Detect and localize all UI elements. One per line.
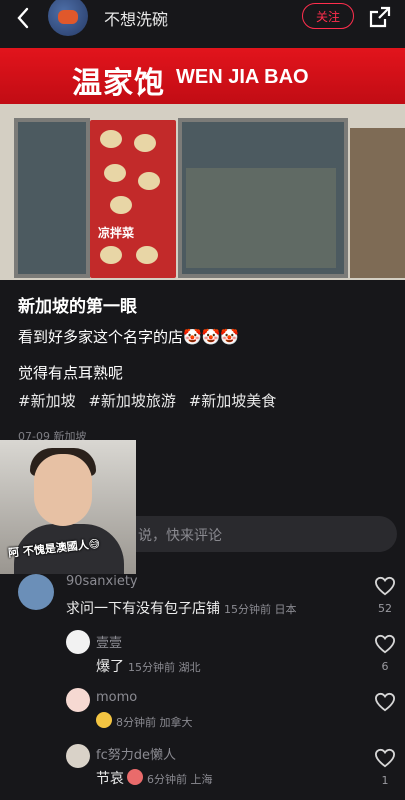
comment-text: 节哀 6分钟前 上海 — [96, 768, 213, 788]
commenter-name[interactable]: 90sanxiety — [66, 574, 138, 589]
store-sign: 温家饱 WEN JIA BAO — [0, 48, 405, 104]
like-count: 6 — [381, 660, 389, 673]
tag-link[interactable]: #新加坡 — [18, 392, 76, 410]
emoji-sticker-icon — [96, 712, 112, 728]
heart-icon[interactable] — [374, 634, 396, 654]
comment-text: 8分钟前 加拿大 — [96, 712, 193, 730]
comment-time: 15分钟前 日本 — [224, 603, 297, 616]
display-counter — [186, 168, 336, 268]
author-name[interactable]: 不想洗碗 — [104, 6, 168, 30]
poster-label: 凉拌菜 — [98, 226, 135, 240]
commenter-avatar[interactable] — [66, 744, 90, 768]
post-title: 新加坡的第一眼 — [18, 297, 137, 317]
commenter-name[interactable]: 壹壹 — [96, 632, 122, 651]
reaction-video-overlay[interactable]: 阿 不愧是澳國人😅 — [0, 440, 136, 574]
top-bar: 不想洗碗 关注 — [0, 0, 405, 40]
crying-emoji-icon — [127, 769, 143, 785]
tag-link[interactable]: #新加坡旅游 — [88, 392, 176, 410]
comment-input-placeholder: 说，快来评论 — [138, 528, 222, 544]
comment-text: 求问一下有没有包子店铺 15分钟前 日本 — [66, 598, 297, 618]
store-shelf — [350, 128, 405, 278]
post-body-line-2: 觉得有点耳熟呢 — [18, 364, 124, 382]
commenter-name[interactable]: momo — [96, 690, 137, 705]
post-photo[interactable]: 温家饱 WEN JIA BAO 凉拌菜 — [0, 48, 405, 280]
comment-time: 15分钟前 湖北 — [128, 661, 201, 674]
comment-content: 求问一下有没有包子店铺 — [66, 601, 220, 617]
commenter-avatar[interactable] — [18, 574, 54, 610]
tag-link[interactable]: #新加坡美食 — [189, 392, 277, 410]
like-count: 1 — [381, 774, 389, 787]
store-sign-latin: WEN JIA BAO — [176, 66, 309, 88]
heart-icon[interactable] — [374, 692, 396, 712]
follow-button[interactable]: 关注 — [302, 3, 354, 29]
post-tags: #新加坡 #新加坡旅游 #新加坡美食 — [18, 390, 284, 411]
comment-content: 爆了 — [96, 659, 124, 675]
comment-input[interactable]: 说，快来评论 — [118, 516, 397, 552]
menu-poster: 凉拌菜 — [90, 120, 176, 278]
store-sign-chinese: 温家饱 — [72, 66, 165, 101]
post-body-line-1: 看到好多家这个名字的店🤡🤡🤡 — [18, 328, 240, 346]
heart-icon[interactable] — [374, 576, 396, 596]
author-avatar[interactable] — [48, 0, 88, 36]
comment-time: 8分钟前 加拿大 — [116, 716, 193, 729]
comment-content: 节哀 — [96, 771, 124, 787]
comment-text: 爆了 15分钟前 湖北 — [96, 656, 201, 676]
commenter-avatar[interactable] — [66, 688, 90, 712]
comment-time: 6分钟前 上海 — [147, 773, 213, 786]
heart-icon[interactable] — [374, 748, 396, 768]
commenter-name[interactable]: fc努力de懒人 — [96, 744, 176, 763]
like-count: 52 — [378, 602, 392, 615]
commenter-avatar[interactable] — [66, 630, 90, 654]
back-chevron-icon[interactable] — [12, 6, 36, 30]
share-icon[interactable] — [368, 5, 392, 29]
store-window-left — [14, 118, 90, 278]
